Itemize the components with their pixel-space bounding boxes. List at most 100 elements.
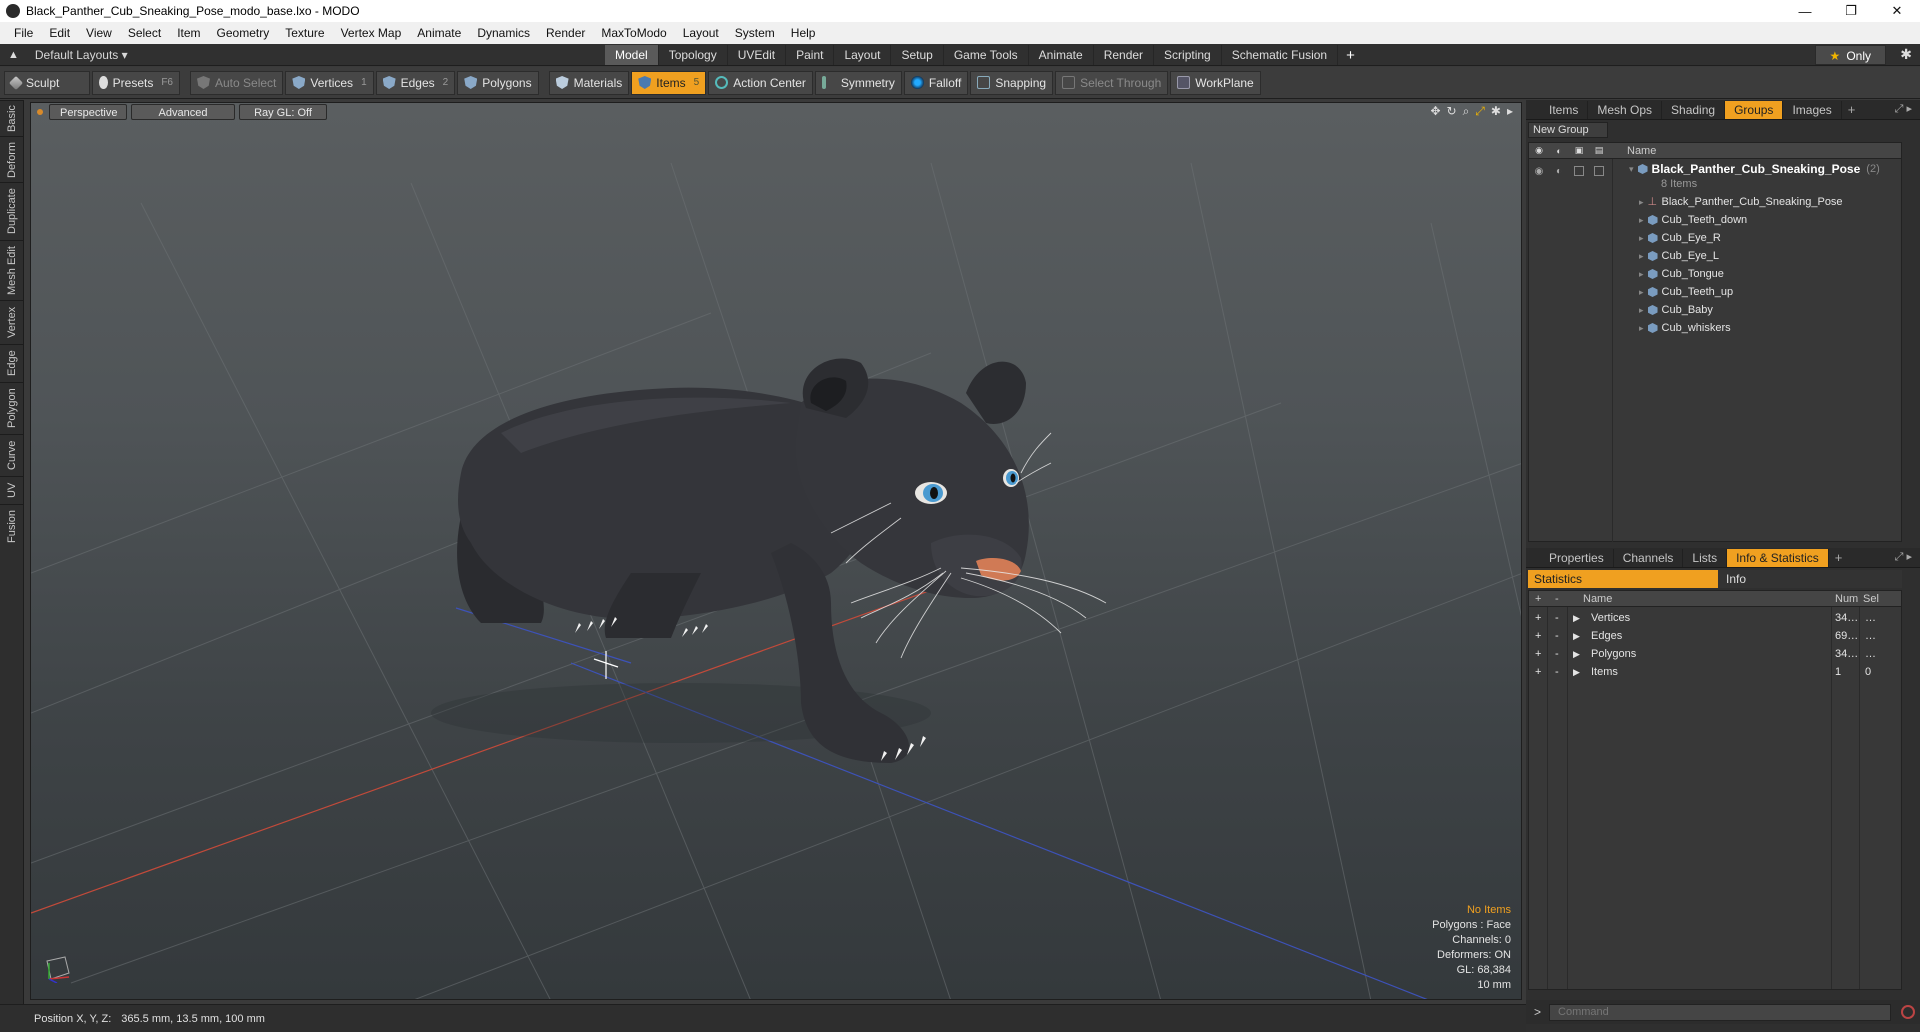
group-child-row[interactable]: ▸ Cub_Teeth_down [1639, 211, 1747, 229]
tab-deform[interactable]: Deform [0, 136, 24, 182]
add-tab-button[interactable]: + [1338, 47, 1363, 64]
tab-game-tools[interactable]: Game Tools [944, 45, 1029, 65]
edges-button[interactable]: Edges 2 [375, 70, 456, 95]
group-child-row[interactable]: ▸ Cub_Tongue [1639, 265, 1724, 283]
panel-expand-icon[interactable]: ⤢ ▸ [1895, 550, 1912, 564]
tab-groups[interactable]: Groups [1725, 100, 1784, 119]
add-panel-tab-icon[interactable]: + [1835, 550, 1843, 565]
tab-channels[interactable]: Channels [1614, 548, 1684, 567]
new-group-button[interactable]: New Group [1528, 122, 1608, 138]
group-child-row[interactable]: ▸ ⊥ Black_Panther_Cub_Sneaking_Pose [1639, 193, 1843, 211]
rotate-icon[interactable]: ↻ [1447, 104, 1457, 119]
tab-shading[interactable]: Shading [1662, 100, 1726, 119]
menu-system[interactable]: System [727, 26, 783, 40]
tab-info-statistics[interactable]: Info & Statistics [1727, 548, 1829, 567]
tab-render[interactable]: Render [1094, 45, 1155, 65]
menu-item[interactable]: Item [169, 26, 208, 40]
tab-curve[interactable]: Curve [0, 434, 24, 476]
materials-button[interactable]: Materials [548, 70, 630, 95]
statistics-subtab[interactable]: Statistics [1528, 570, 1718, 588]
zoom-icon[interactable]: ⌕ [1463, 104, 1470, 119]
table-row[interactable]: + - ▶ Edges 69… … [1529, 627, 1901, 645]
remove-selection-icon[interactable]: - [1555, 648, 1559, 660]
menu-file[interactable]: File [6, 26, 41, 40]
presets-button[interactable]: Presets F6 [92, 70, 180, 95]
tab-topology[interactable]: Topology [659, 45, 728, 65]
remove-selection-icon[interactable]: - [1555, 612, 1559, 624]
3d-viewport[interactable]: Perspective Advanced Ray GL: Off ✥ ↻ ⌕ ⤢… [30, 102, 1522, 1000]
tab-images[interactable]: Images [1783, 100, 1842, 119]
tab-edge[interactable]: Edge [0, 344, 24, 382]
falloff-button[interactable]: Falloff [903, 70, 969, 95]
menu-dynamics[interactable]: Dynamics [469, 26, 538, 40]
tab-mesh-edit[interactable]: Mesh Edit [0, 240, 24, 300]
group-child-row[interactable]: ▸ Cub_whiskers [1639, 319, 1731, 337]
select-through-button[interactable]: Select Through [1055, 70, 1169, 95]
action-center-button[interactable]: Action Center [708, 70, 813, 95]
pan-icon[interactable]: ✥ [1430, 104, 1440, 119]
workplane-button[interactable]: WorkPlane [1170, 70, 1261, 95]
viewport-scene[interactable] [31, 103, 1522, 1000]
record-icon[interactable] [1901, 1005, 1916, 1019]
close-button[interactable]: ✕ [1874, 0, 1920, 22]
panel-expand-icon[interactable]: ⤢ ▸ [1895, 102, 1912, 116]
remove-selection-icon[interactable]: - [1555, 630, 1559, 642]
expand-arrow-icon[interactable]: ▸ [1507, 104, 1513, 119]
viewport-settings-icon[interactable]: ✱ [1491, 104, 1501, 119]
layout-name[interactable]: Default Layouts ▾ [35, 48, 128, 62]
add-selection-icon[interactable]: + [1535, 648, 1541, 660]
add-selection-icon[interactable]: + [1535, 612, 1541, 624]
perspective-button[interactable]: Perspective [49, 104, 127, 120]
menu-help[interactable]: Help [783, 26, 824, 40]
info-subtab[interactable]: Info [1718, 570, 1902, 588]
add-panel-tab-icon[interactable]: + [1848, 102, 1856, 117]
table-row[interactable]: + - ▶ Items 1 0 [1529, 663, 1901, 681]
minimize-button[interactable]: — [1782, 0, 1828, 22]
tab-basic[interactable]: Basic [0, 100, 24, 136]
expand-row-icon[interactable]: ▶ [1573, 649, 1580, 660]
tab-paint[interactable]: Paint [786, 45, 835, 65]
tab-setup[interactable]: Setup [891, 45, 944, 65]
snapping-button[interactable]: Snapping [970, 70, 1054, 95]
tab-vertex[interactable]: Vertex [0, 300, 24, 344]
sculpt-button[interactable]: Sculpt [4, 70, 90, 95]
collapse-arrow-icon[interactable]: ▲ [8, 49, 19, 61]
menu-layout[interactable]: Layout [675, 26, 727, 40]
group-lock-checkbox[interactable] [1571, 163, 1587, 179]
menu-vertex-map[interactable]: Vertex Map [333, 26, 410, 40]
table-row[interactable]: + - ▶ Polygons 34… … [1529, 645, 1901, 663]
expand-row-icon[interactable]: ▶ [1573, 613, 1580, 624]
menu-edit[interactable]: Edit [41, 26, 78, 40]
tab-scripting[interactable]: Scripting [1154, 45, 1222, 65]
raygl-button[interactable]: Ray GL: Off [239, 104, 327, 120]
tab-uv[interactable]: UV [0, 476, 24, 504]
menu-render[interactable]: Render [538, 26, 593, 40]
tab-schematic-fusion[interactable]: Schematic Fusion [1222, 45, 1339, 65]
menu-geometry[interactable]: Geometry [209, 26, 278, 40]
tab-items[interactable]: Items [1540, 100, 1589, 119]
tab-animate[interactable]: Animate [1029, 45, 1094, 65]
symmetry-button[interactable]: Symmetry [814, 70, 902, 95]
table-row[interactable]: + - ▶ Vertices 34… … [1529, 609, 1901, 627]
remove-selection-icon[interactable]: - [1555, 666, 1559, 678]
tab-duplicate[interactable]: Duplicate [0, 182, 24, 240]
items-button[interactable]: Items 5 [631, 70, 707, 95]
expand-row-icon[interactable]: ▶ [1573, 667, 1580, 678]
menu-select[interactable]: Select [120, 26, 169, 40]
tab-polygon[interactable]: Polygon [0, 382, 24, 434]
group-select-checkbox[interactable] [1591, 163, 1607, 179]
viewport-menu-icon[interactable] [37, 109, 43, 115]
auto-select-button[interactable]: Auto Select [190, 70, 284, 95]
polygons-button[interactable]: Polygons [457, 70, 539, 95]
expand-toggle-icon[interactable]: ▾ [1629, 164, 1634, 175]
add-selection-icon[interactable]: + [1535, 666, 1541, 678]
menu-maxtomodo[interactable]: MaxToModo [593, 26, 674, 40]
group-child-row[interactable]: ▸ Cub_Teeth_up [1639, 283, 1733, 301]
add-selection-icon[interactable]: + [1535, 630, 1541, 642]
maximize-button[interactable]: ❐ [1828, 0, 1874, 22]
group-render-icon[interactable]: ◐ [1551, 163, 1567, 179]
menu-animate[interactable]: Animate [409, 26, 469, 40]
group-visibility-eye-icon[interactable]: ◉ [1531, 163, 1547, 179]
vertices-button[interactable]: Vertices 1 [285, 70, 374, 95]
fit-icon[interactable]: ⤢ [1475, 104, 1485, 119]
